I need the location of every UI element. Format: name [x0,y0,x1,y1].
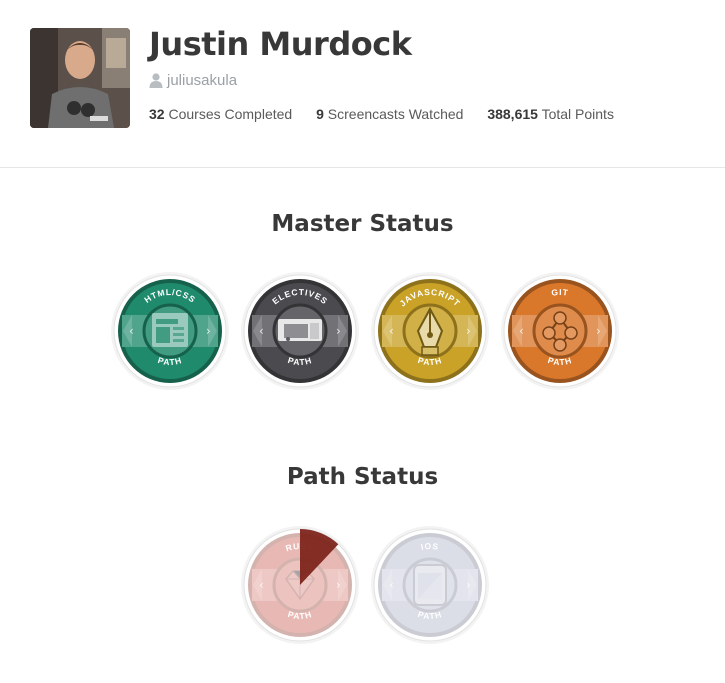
badge-top-label: IOS [420,541,439,552]
user-icon [149,73,163,88]
badge-ruby[interactable]: ‹ › RUBY PATH [240,525,360,645]
electives-icon [278,319,322,341]
svg-text:›: › [336,324,341,338]
badge-html-css[interactable]: ‹ › HTML/CSS PATH [110,271,230,391]
badge-top-label: GIT [551,287,569,298]
badge-javascript[interactable]: ‹ › JAVASCRIPT PATH [370,271,490,391]
master-badges: ‹ › HTML/CSS PATH ‹ › ELECTIVES PATH ‹ ›… [110,271,630,391]
svg-text:IOS: IOS [420,541,440,552]
divider [0,167,725,168]
path-badges: ‹ › RUBY PATH ‹ › [240,525,500,645]
badge-electives[interactable]: ‹ › ELECTIVES PATH [240,271,360,391]
stat-points: 388,615 Total Points [487,106,614,122]
svg-text:‹: ‹ [389,324,394,338]
svg-text:›: › [596,324,601,338]
stat-courses: 32 Courses Completed [149,106,293,122]
badge-ios[interactable]: ‹ › IOS PATH [370,525,490,645]
username[interactable]: juliusakula [149,72,237,89]
username-text: juliusakula [167,72,238,89]
svg-text:›: › [466,324,471,338]
path-status-title: Path Status [286,464,439,490]
profile-stats: 32 Courses Completed 9 Screencasts Watch… [149,106,634,122]
svg-text:‹: ‹ [519,324,524,338]
svg-text:‹: ‹ [259,324,264,338]
stat-screencasts: 9 Screencasts Watched [316,106,464,122]
svg-text:›: › [466,578,471,592]
profile-name: Justin Murdock [149,25,412,63]
avatar [30,28,130,128]
ios-icon [413,564,447,606]
svg-text:‹: ‹ [389,578,394,592]
svg-text:›: › [206,324,211,338]
svg-text:GIT: GIT [551,287,570,298]
badge-git[interactable]: ‹ › GIT PATH [500,271,620,391]
master-status-title: Master Status [271,211,454,237]
html-css-icon [152,313,188,347]
svg-text:‹: ‹ [129,324,134,338]
svg-text:›: › [336,578,341,592]
svg-text:‹: ‹ [259,578,264,592]
